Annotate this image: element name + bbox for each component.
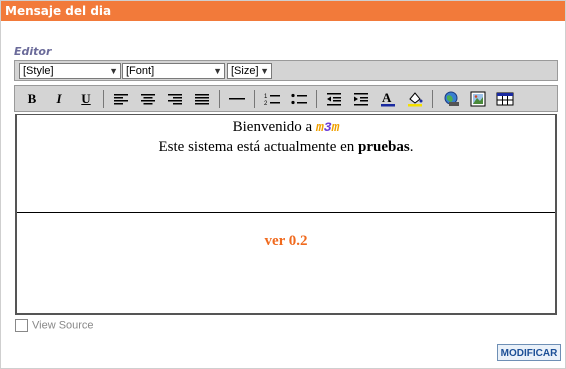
- style-select-value: [Style]: [23, 65, 54, 77]
- horizontal-rule: [17, 212, 555, 213]
- welcome-line: Bienvenido a m3m: [17, 119, 555, 136]
- align-left-icon: [114, 94, 128, 105]
- brand-m1: m: [315, 120, 324, 135]
- status-bold-word: pruebas: [358, 139, 410, 155]
- style-select[interactable]: [Style] ▼: [19, 63, 121, 79]
- panel-title: Mensaje del dia: [1, 1, 565, 21]
- message-of-the-day-panel: Mensaje del dia Editor [Style] ▼ [Font] …: [0, 0, 566, 369]
- align-right-button[interactable]: [165, 90, 185, 108]
- editing-toolbar: B I U 12 A: [14, 85, 558, 112]
- outdent-icon: [327, 93, 341, 106]
- editor-label: Editor: [14, 45, 52, 58]
- image-icon: [470, 91, 486, 107]
- unordered-list-icon: [291, 93, 307, 105]
- font-select-value: [Font]: [126, 65, 155, 77]
- toolbar-separator: [103, 90, 104, 108]
- insert-link-button[interactable]: [441, 90, 461, 108]
- rich-text-editor-area[interactable]: Bienvenido a m3m Este sistema está actua…: [15, 114, 557, 315]
- modify-button[interactable]: MODIFICAR: [497, 344, 561, 361]
- toolbar-separator: [432, 90, 433, 108]
- view-source-checkbox[interactable]: [15, 319, 28, 332]
- toolbar-separator: [254, 90, 255, 108]
- ordered-list-button[interactable]: 12: [262, 90, 282, 108]
- justify-button[interactable]: [192, 90, 212, 108]
- status-prefix: Este sistema está actualmente en: [158, 139, 359, 155]
- size-select[interactable]: [Size] ▼: [227, 63, 272, 79]
- font-color-button[interactable]: A: [378, 90, 398, 108]
- unordered-list-button[interactable]: [289, 90, 309, 108]
- ordered-list-icon: 12: [264, 94, 280, 107]
- format-toolbar: [Style] ▼ [Font] ▼ [Size] ▼: [14, 60, 558, 81]
- align-center-icon: [141, 94, 155, 105]
- toolbar-separator: [316, 90, 317, 108]
- insert-image-button[interactable]: [468, 90, 488, 108]
- toolbar-separator: [219, 90, 220, 108]
- chevron-down-icon: ▼: [213, 66, 222, 76]
- version-text: ver 0.2: [264, 233, 308, 249]
- horizontal-rule-button[interactable]: [227, 90, 247, 108]
- globe-link-icon: [444, 91, 459, 106]
- status-suffix: .: [409, 139, 414, 155]
- horizontal-rule-icon: [229, 98, 245, 100]
- brand-m2: m: [331, 120, 340, 135]
- chevron-down-icon: ▼: [260, 66, 269, 76]
- bold-button[interactable]: B: [22, 90, 42, 108]
- align-left-button[interactable]: [111, 90, 131, 108]
- outdent-button[interactable]: [324, 90, 344, 108]
- table-icon: [496, 92, 514, 106]
- align-justify-icon: [195, 94, 209, 105]
- align-right-icon: [168, 94, 182, 105]
- brand-3: 3: [323, 120, 332, 135]
- svg-text:2: 2: [264, 101, 268, 107]
- font-color-icon: A: [381, 90, 395, 107]
- welcome-prefix: Bienvenido a: [232, 119, 316, 135]
- font-select[interactable]: [Font] ▼: [122, 63, 225, 79]
- svg-text:A: A: [382, 90, 392, 105]
- indent-button[interactable]: [351, 90, 371, 108]
- align-center-button[interactable]: [138, 90, 158, 108]
- status-line: Este sistema está actualmente en pruebas…: [17, 139, 555, 156]
- svg-text:1: 1: [264, 94, 268, 100]
- brand-logo-text: m3m: [316, 120, 339, 135]
- insert-table-button[interactable]: [495, 90, 515, 108]
- highlight-color-button[interactable]: [405, 90, 425, 108]
- indent-icon: [354, 93, 368, 106]
- paint-bucket-icon: [408, 92, 423, 107]
- view-source-label: View Source: [32, 319, 94, 332]
- chevron-down-icon: ▼: [109, 66, 118, 76]
- underline-button[interactable]: U: [76, 90, 96, 108]
- view-source-toggle[interactable]: View Source: [15, 319, 94, 332]
- italic-button[interactable]: I: [49, 90, 69, 108]
- size-select-value: [Size]: [231, 65, 259, 77]
